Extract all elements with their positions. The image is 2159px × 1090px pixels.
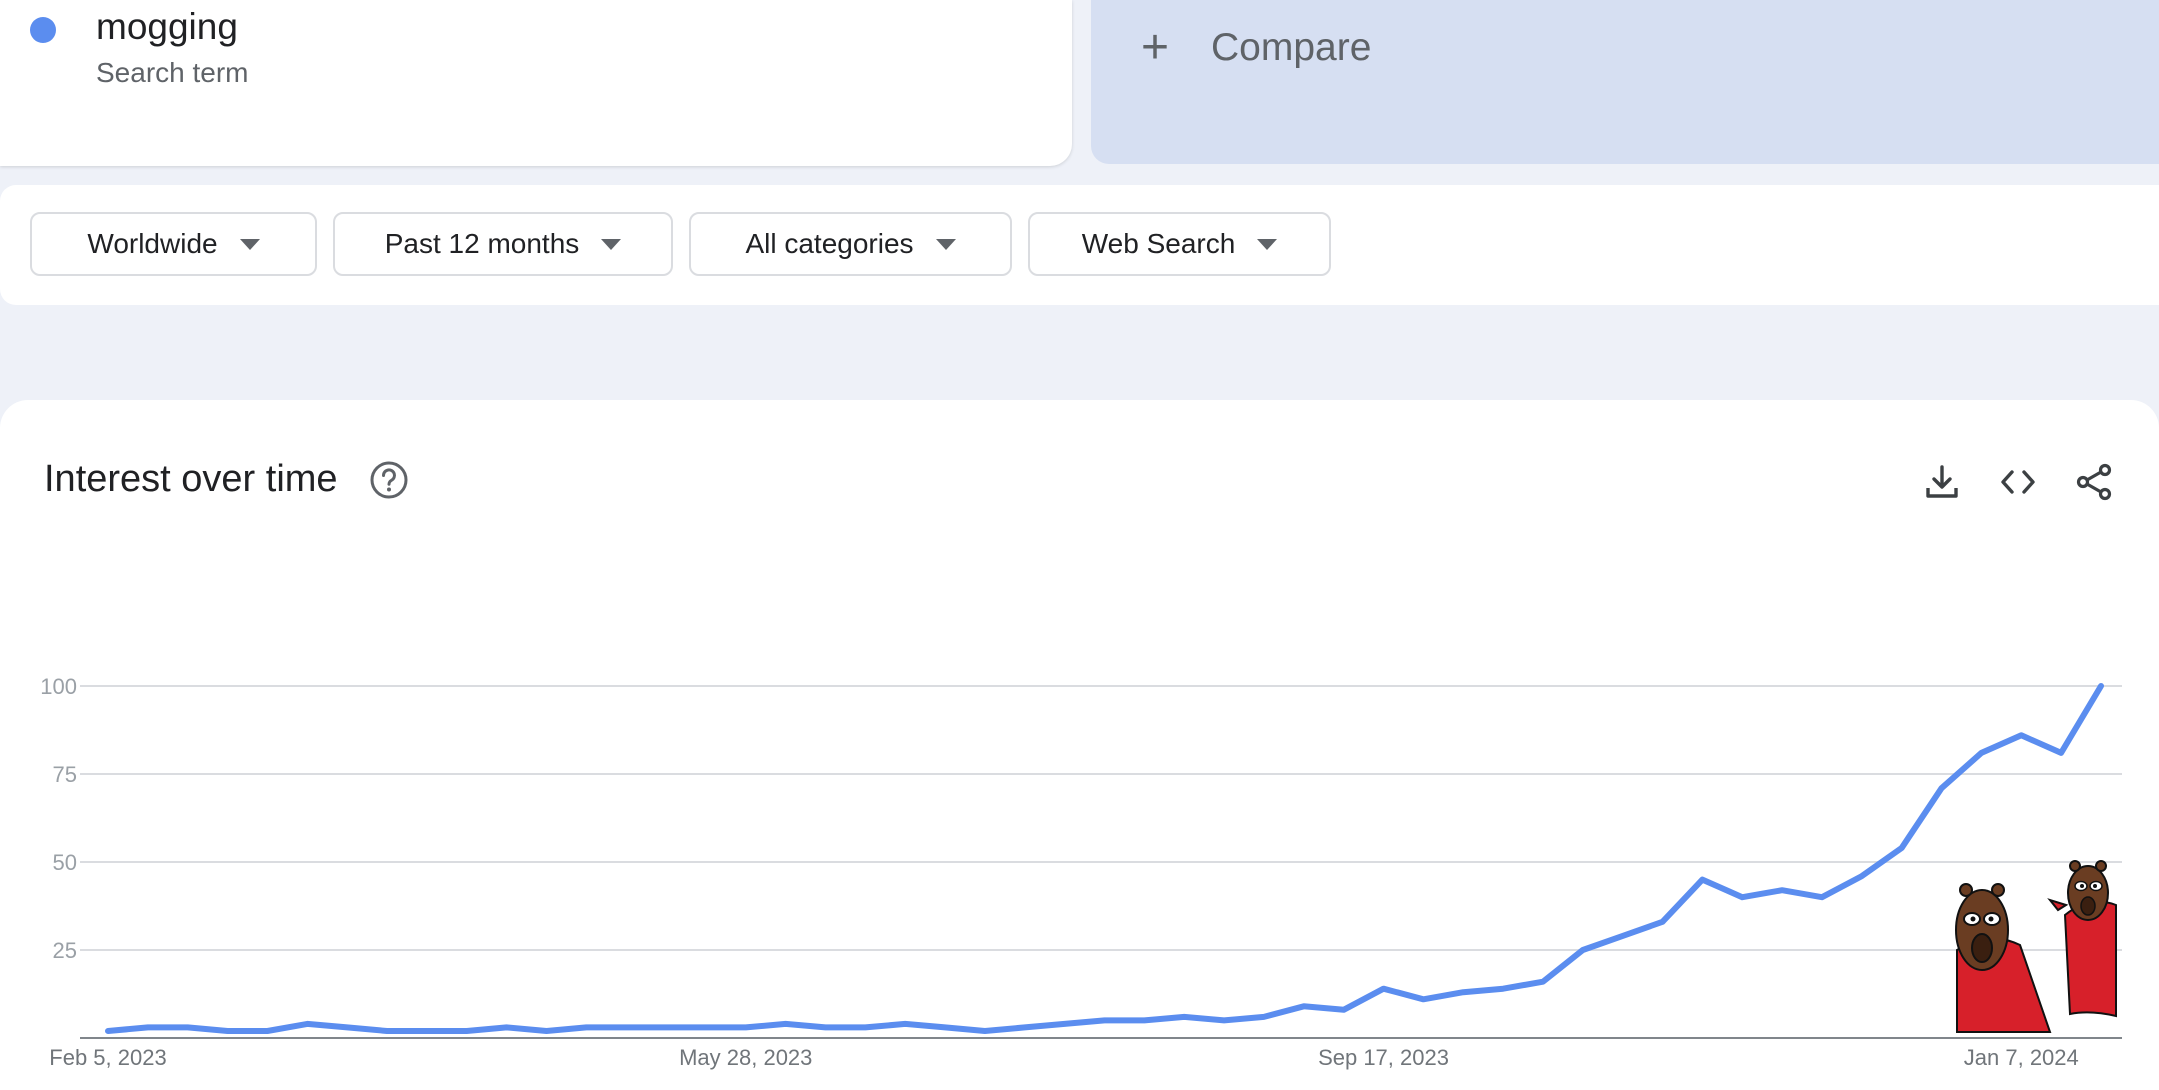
data-point[interactable]	[102, 1025, 114, 1037]
y-tick-label: 75	[53, 762, 77, 787]
data-point[interactable]	[1099, 1014, 1111, 1026]
y-tick-label: 25	[53, 938, 77, 963]
data-point[interactable]	[301, 1018, 313, 1030]
data-point[interactable]	[142, 1021, 154, 1033]
data-point[interactable]	[540, 1025, 552, 1037]
data-point[interactable]	[1975, 747, 1987, 759]
data-point[interactable]	[1019, 1021, 1031, 1033]
data-point[interactable]	[1138, 1014, 1150, 1026]
data-point[interactable]	[1059, 1018, 1071, 1030]
data-point[interactable]	[381, 1025, 393, 1037]
data-point[interactable]	[501, 1021, 513, 1033]
data-point[interactable]	[1776, 884, 1788, 896]
data-point[interactable]	[1577, 944, 1589, 956]
data-point[interactable]	[899, 1018, 911, 1030]
data-point[interactable]	[1298, 1000, 1310, 1012]
x-tick-label: Sep 17, 2023	[1318, 1045, 1449, 1070]
data-point[interactable]	[1537, 976, 1549, 988]
data-point[interactable]	[1657, 916, 1669, 928]
data-point[interactable]	[2055, 747, 2067, 759]
series-line-mogging[interactable]	[105, 683, 2104, 1034]
data-point[interactable]	[660, 1021, 672, 1033]
data-point[interactable]	[979, 1025, 991, 1037]
sticker-illustration	[1955, 860, 2117, 1033]
data-point[interactable]	[182, 1021, 194, 1033]
data-point[interactable]	[461, 1025, 473, 1037]
data-point[interactable]	[859, 1021, 871, 1033]
interest-line-chart: 25 50 75 100 Feb 5, 2023 May 28, 2023 Sep 17, …	[40, 674, 2122, 1070]
data-point[interactable]	[2095, 680, 2107, 692]
data-point[interactable]	[222, 1025, 234, 1037]
data-point[interactable]	[1218, 1014, 1230, 1026]
data-point[interactable]	[1457, 986, 1469, 998]
data-point[interactable]	[819, 1021, 831, 1033]
x-tick-label: Jan 7, 2024	[1964, 1045, 2079, 1070]
data-point[interactable]	[1378, 983, 1390, 995]
data-point[interactable]	[1696, 874, 1708, 886]
data-point[interactable]	[700, 1021, 712, 1033]
data-point[interactable]	[1338, 1004, 1350, 1016]
y-tick-label: 100	[40, 674, 77, 699]
x-tick-label: May 28, 2023	[679, 1045, 812, 1070]
data-point[interactable]	[341, 1021, 353, 1033]
data-point[interactable]	[261, 1025, 273, 1037]
data-point[interactable]	[1896, 842, 1908, 854]
data-point[interactable]	[1417, 993, 1429, 1005]
data-point[interactable]	[1936, 782, 1948, 794]
data-point[interactable]	[780, 1018, 792, 1030]
y-tick-label: 50	[53, 850, 77, 875]
data-point[interactable]	[1178, 1011, 1190, 1023]
data-point[interactable]	[939, 1021, 951, 1033]
data-point[interactable]	[620, 1021, 632, 1033]
data-point[interactable]	[1736, 891, 1748, 903]
data-point[interactable]	[1816, 891, 1828, 903]
data-point[interactable]	[2015, 729, 2027, 741]
data-point[interactable]	[1856, 870, 1868, 882]
data-point[interactable]	[740, 1021, 752, 1033]
x-tick-label: Feb 5, 2023	[49, 1045, 166, 1070]
data-point[interactable]	[421, 1025, 433, 1037]
data-point[interactable]	[1617, 930, 1629, 942]
data-point[interactable]	[1497, 983, 1509, 995]
data-point[interactable]	[580, 1021, 592, 1033]
data-point[interactable]	[1258, 1011, 1270, 1023]
